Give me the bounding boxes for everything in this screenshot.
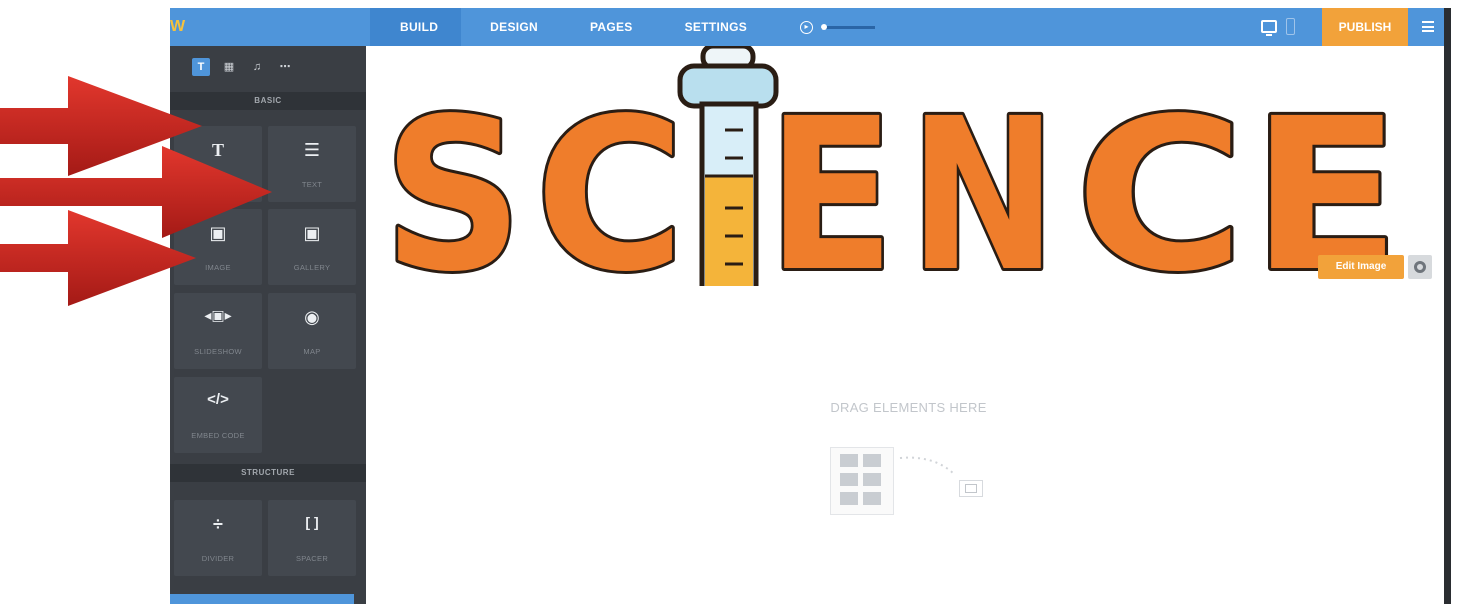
tile-label: SLIDESHOW [194, 347, 242, 356]
hero-letter: N [909, 73, 1057, 286]
tile-label: TEXT [301, 180, 323, 189]
category-more-button[interactable]: ⋯ [276, 58, 294, 76]
drop-zone-grid-icon [830, 447, 894, 515]
category-structure-button[interactable]: ▦ [220, 58, 238, 76]
top-toolbar: W BUILD DESIGN PAGES SETTINGS ▸ PUBLISH [170, 8, 1451, 46]
element-tile-spacer[interactable]: [ ] SPACER [268, 500, 356, 576]
test-tube-icon [677, 46, 779, 286]
gear-icon [1414, 261, 1426, 273]
menu-icon[interactable] [1422, 21, 1434, 32]
history-control[interactable]: ▸ [800, 20, 875, 34]
scrollbar-edge [1444, 8, 1451, 604]
title-icon: T [211, 140, 224, 160]
grid-cell [840, 454, 858, 467]
main-nav: BUILD DESIGN PAGES SETTINGS [400, 8, 799, 46]
grid-cell [863, 454, 881, 467]
tile-label: TITLE [207, 180, 229, 189]
image-placeholder-icon [959, 480, 983, 497]
divider-icon: ÷ [213, 514, 223, 534]
tile-label: EMBED CODE [191, 431, 245, 440]
section-label-basic: BASIC [170, 92, 366, 110]
grid-cell [863, 473, 881, 486]
hero-letter: C [1075, 73, 1245, 286]
element-tile-image[interactable]: ▣ IMAGE [174, 209, 262, 285]
app-logo[interactable]: W [170, 8, 188, 46]
history-icon[interactable]: ▸ [800, 20, 813, 34]
publish-button[interactable]: PUBLISH [1322, 8, 1408, 46]
drop-zone-label: DRAG ELEMENTS HERE [830, 400, 987, 415]
element-tile-divider[interactable]: ÷ DIVIDER [174, 500, 262, 576]
tab-build[interactable]: BUILD [400, 8, 438, 46]
tile-label: SPACER [295, 554, 329, 563]
element-tile-text[interactable]: ☰ TEXT [268, 126, 356, 202]
tab-pages[interactable]: PAGES [590, 8, 633, 46]
gallery-icon: ▣ [303, 223, 321, 243]
hero-letter: S [383, 73, 523, 286]
tile-label: DIVIDER [201, 554, 235, 563]
spacer-icon: [ ] [305, 514, 319, 530]
tile-label: GALLERY [293, 263, 331, 272]
category-basic-button[interactable]: T [192, 58, 210, 76]
grid-cell [840, 473, 858, 486]
history-slider[interactable] [821, 24, 875, 30]
grid-cell [863, 492, 881, 505]
desktop-view-icon[interactable] [1261, 20, 1277, 36]
tile-label: IMAGE [205, 263, 231, 272]
hero-letter: C [535, 73, 685, 286]
section-label-structure: STRUCTURE [170, 464, 366, 482]
elements-sidebar: T ▦ ♫ ⋯ BASIC T TITLE ☰ TEXT ▣ IMAGE ▣ G… [170, 46, 366, 604]
tab-design[interactable]: DESIGN [490, 8, 538, 46]
history-slider-knob[interactable] [821, 24, 827, 30]
arrow-icon [0, 210, 196, 306]
tab-settings[interactable]: SETTINGS [685, 8, 747, 46]
element-tile-slideshow[interactable]: ◂▣▸ SLIDESHOW [174, 293, 262, 369]
map-pin-icon: ◉ [304, 307, 320, 327]
science-title-image: SCENCE [380, 46, 1404, 286]
image-settings-button[interactable] [1408, 255, 1432, 279]
grid-cell [840, 492, 858, 505]
edit-image-button[interactable]: Edit Image [1318, 255, 1404, 279]
slideshow-icon: ◂▣▸ [204, 307, 232, 323]
element-tile-map[interactable]: ◉ MAP [268, 293, 356, 369]
image-icon [965, 484, 977, 493]
category-switcher: T ▦ ♫ ⋯ [192, 58, 294, 76]
hero-letter: E [767, 73, 895, 286]
mobile-view-icon[interactable] [1286, 18, 1295, 35]
text-icon: ☰ [303, 140, 321, 160]
element-tile-title[interactable]: T TITLE [174, 126, 262, 202]
image-icon: ▣ [209, 223, 227, 243]
sidebar-footer-bar[interactable] [170, 594, 354, 604]
code-icon: </> [207, 391, 229, 408]
tile-label: MAP [303, 347, 321, 356]
element-tile-gallery[interactable]: ▣ GALLERY [268, 209, 356, 285]
category-media-button[interactable]: ♫ [248, 58, 266, 76]
element-tile-embed-code[interactable]: </> EMBED CODE [174, 377, 262, 453]
header-image[interactable]: SCENCE [375, 46, 1444, 286]
